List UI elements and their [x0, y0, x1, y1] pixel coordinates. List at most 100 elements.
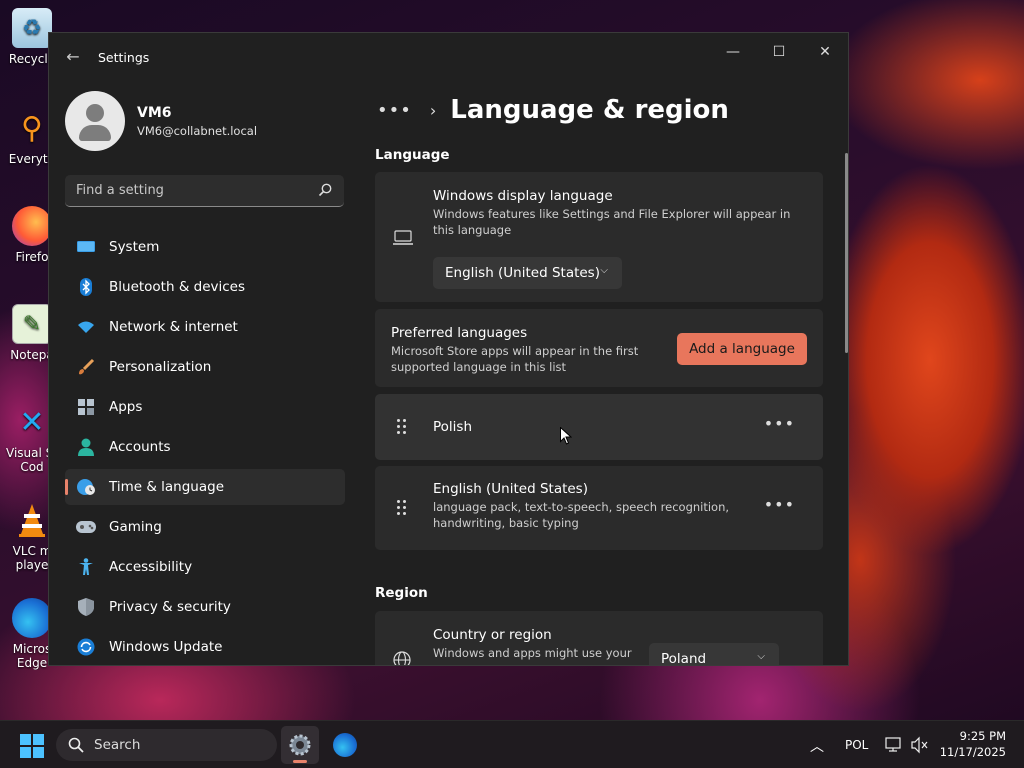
- chevron-up-icon[interactable]: ︿: [810, 736, 824, 756]
- search-icon: [318, 183, 332, 197]
- taskbar-settings-app[interactable]: [281, 726, 319, 764]
- sidebar-item-apps[interactable]: Apps: [65, 389, 345, 425]
- drag-handle-icon[interactable]: [395, 418, 409, 436]
- apps-icon: [76, 397, 96, 417]
- sidebar-item-label: Personalization: [109, 359, 212, 375]
- language-features: language pack, text-to-speech, speech re…: [433, 500, 730, 530]
- sidebar-item-label: Time & language: [109, 479, 225, 495]
- breadcrumb-overflow-button[interactable]: •••: [377, 100, 412, 121]
- volume-muted-icon[interactable]: [911, 736, 929, 754]
- clock[interactable]: 9:25 PM 11/17/2025: [940, 728, 1006, 760]
- drag-handle-icon[interactable]: [395, 499, 409, 517]
- clock-time: 9:25 PM: [959, 729, 1006, 743]
- globe-clock-icon: [76, 477, 96, 497]
- vscode-icon: ✕: [19, 404, 45, 440]
- more-options-button[interactable]: •••: [764, 495, 795, 514]
- language-name: English (United States): [433, 481, 588, 497]
- sidebar-item-accounts[interactable]: Accounts: [65, 429, 345, 465]
- display-language-value: English (United States): [445, 265, 600, 281]
- window-title: Settings: [98, 50, 150, 65]
- country-region-dropdown[interactable]: Poland ⌵: [649, 643, 779, 666]
- sidebar-item-network[interactable]: Network & internet: [65, 309, 345, 345]
- language-name: Polish: [433, 419, 473, 435]
- sidebar-item-bluetooth[interactable]: Bluetooth & devices: [65, 269, 345, 305]
- globe-icon: [393, 651, 411, 665]
- notepad-icon: ✎: [12, 304, 52, 344]
- search-input[interactable]: Find a setting: [65, 175, 344, 207]
- sidebar-item-label: Privacy & security: [109, 599, 231, 615]
- sidebar-item-label: Gaming: [109, 519, 162, 535]
- more-options-button[interactable]: •••: [764, 414, 795, 433]
- language-item-polish[interactable]: Polish •••: [375, 394, 823, 460]
- maximize-button[interactable]: ☐: [756, 39, 802, 65]
- display-language-description: Windows features like Settings and File …: [433, 207, 791, 237]
- country-region-title: Country or region: [433, 627, 552, 643]
- avatar: [65, 91, 125, 151]
- scrollbar-thumb[interactable]: [845, 153, 848, 353]
- profile-name: VM6: [137, 105, 172, 121]
- bluetooth-icon: [76, 277, 96, 297]
- preferred-languages-description: Microsoft Store apps will appear in the …: [391, 344, 639, 374]
- display-language-card: Windows display language Windows feature…: [375, 172, 823, 302]
- country-region-value: Poland: [661, 651, 707, 666]
- profile-email: VM6@collabnet.local: [137, 124, 258, 138]
- everything-search-icon: ⚲: [21, 110, 43, 146]
- close-button[interactable]: ✕: [802, 39, 848, 65]
- display-icon[interactable]: [885, 736, 903, 754]
- system-icon: [76, 237, 96, 257]
- sidebar-item-label: Bluetooth & devices: [109, 279, 246, 295]
- recycle-bin-icon: ♻: [12, 8, 52, 48]
- brush-icon: [76, 357, 96, 377]
- accessibility-icon: [76, 557, 96, 577]
- country-region-card: Country or region Windows and apps might…: [375, 611, 823, 666]
- search-icon: [68, 737, 84, 753]
- language-item-english-us[interactable]: English (United States) language pack, t…: [375, 466, 823, 550]
- firefox-icon: [12, 206, 52, 246]
- sidebar-item-label: System: [109, 239, 160, 255]
- taskbar-edge-app[interactable]: [326, 726, 364, 764]
- sidebar-item-label: Network & internet: [109, 319, 238, 335]
- shield-icon: [76, 597, 96, 617]
- taskbar: Search ︿ POL 9:25 PM 11/17/2025: [0, 720, 1024, 768]
- back-arrow-icon[interactable]: ←: [63, 47, 83, 67]
- network-icon: [76, 317, 96, 337]
- gamepad-icon: [76, 517, 96, 537]
- sidebar-item-time-language[interactable]: Time & language: [65, 469, 345, 505]
- sidebar-item-label: Accessibility: [109, 559, 193, 575]
- sidebar-item-accessibility[interactable]: Accessibility: [65, 549, 345, 585]
- preferred-languages-title: Preferred languages: [391, 325, 528, 341]
- sidebar-item-windows-update[interactable]: Windows Update: [65, 629, 345, 665]
- minimize-button[interactable]: —: [710, 39, 756, 65]
- taskbar-search[interactable]: Search: [56, 729, 277, 761]
- breadcrumb: ••• › Language & region: [377, 95, 729, 125]
- sidebar-item-privacy-security[interactable]: Privacy & security: [65, 589, 345, 625]
- sidebar-nav: System Bluetooth & devices Network & int…: [65, 229, 345, 665]
- display-language-title: Windows display language: [433, 188, 613, 204]
- sidebar-item-label: Accounts: [109, 439, 171, 455]
- add-language-button[interactable]: Add a language: [677, 333, 807, 365]
- edge-icon: [12, 598, 52, 638]
- page-title: Language & region: [450, 95, 729, 125]
- country-region-description: Windows and apps might use your: [433, 646, 632, 660]
- chevron-down-icon: ⌵: [600, 265, 608, 276]
- display-language-dropdown[interactable]: English (United States) ⌵: [433, 257, 622, 289]
- preferred-languages-card: Preferred languages Microsoft Store apps…: [375, 309, 823, 387]
- language-indicator[interactable]: POL: [845, 738, 868, 752]
- sidebar-item-gaming[interactable]: Gaming: [65, 509, 345, 545]
- gear-icon: [289, 734, 311, 756]
- settings-window: ← Settings — ☐ ✕ VM6 VM6@collabnet.local…: [48, 32, 849, 666]
- start-button[interactable]: [20, 734, 44, 758]
- vlc-icon: [12, 500, 52, 540]
- clock-date: 11/17/2025: [939, 745, 1006, 759]
- sidebar-item-personalization[interactable]: Personalization: [65, 349, 345, 385]
- sidebar-item-label: Windows Update: [109, 639, 223, 655]
- chevron-right-icon: ›: [429, 100, 437, 120]
- sidebar-item-system[interactable]: System: [65, 229, 345, 265]
- section-title-language: Language: [375, 147, 450, 163]
- title-bar: ← Settings — ☐ ✕: [49, 33, 848, 83]
- accounts-icon: [76, 437, 96, 457]
- update-icon: [76, 637, 96, 657]
- chevron-down-icon: ⌵: [757, 651, 765, 662]
- search-placeholder: Find a setting: [76, 183, 164, 198]
- section-title-region: Region: [375, 585, 428, 601]
